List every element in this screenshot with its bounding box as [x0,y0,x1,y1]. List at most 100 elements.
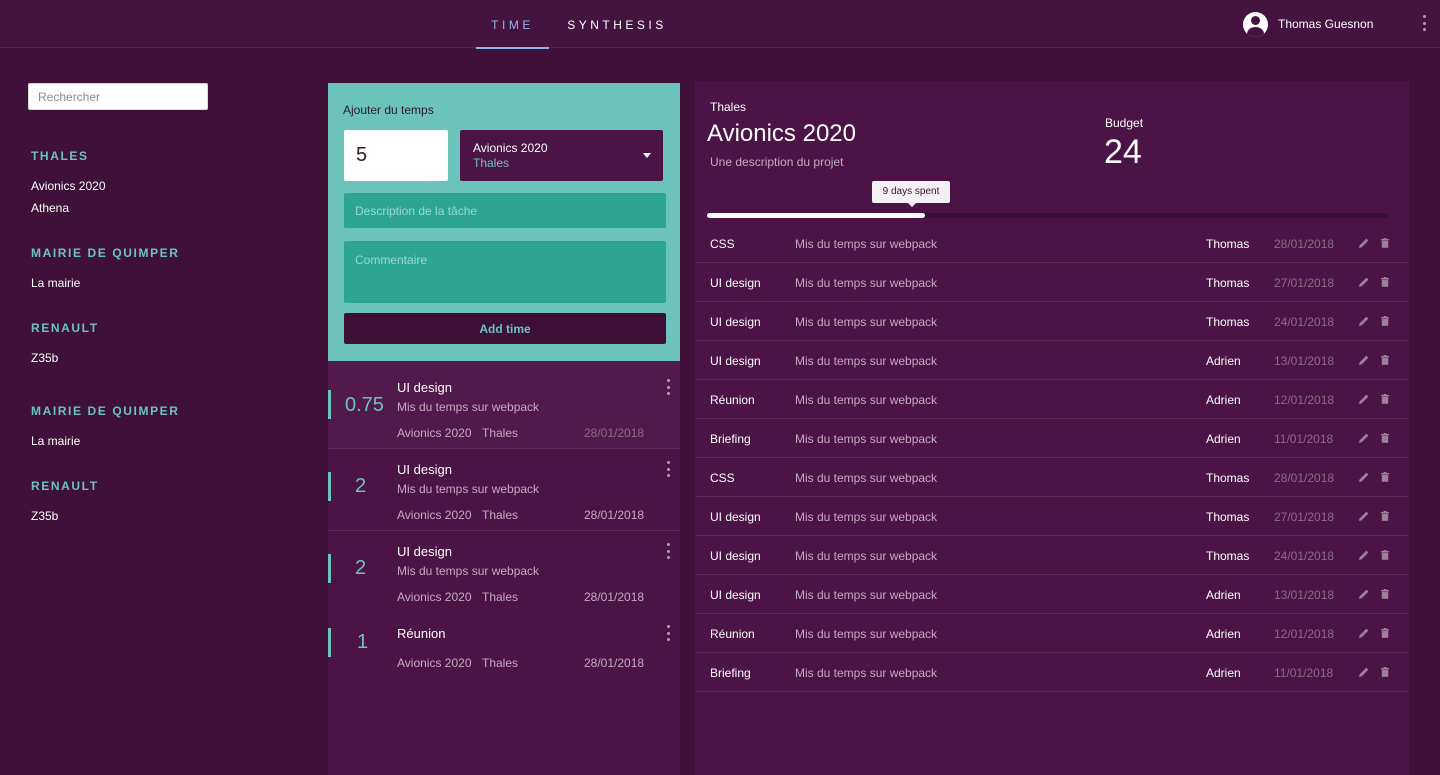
user-name: Thomas Guesnon [1278,17,1374,31]
pencil-icon[interactable] [1358,354,1370,366]
comment-input[interactable] [344,241,666,303]
trash-icon[interactable] [1379,588,1391,600]
entry-date: 28/01/2018 [584,656,645,670]
trash-icon[interactable] [1379,237,1391,249]
sidebar-item-la-mairie[interactable]: La mairie [31,434,80,448]
entry-menu-icon[interactable] [667,625,671,641]
more-vert-icon[interactable] [1423,15,1427,31]
task-description-input[interactable] [344,193,666,228]
pencil-icon[interactable] [1358,666,1370,678]
task-date: 11/01/2018 [1274,666,1334,680]
user-menu[interactable]: Thomas Guesnon [1243,11,1373,37]
task-row[interactable]: Réunion Mis du temps sur webpack Adrien 12/… [695,380,1409,419]
sidebar-item-la-mairie[interactable]: La mairie [31,276,80,290]
project-client: Thales [710,100,747,114]
time-entry[interactable]: 0.75 UI design Mis du temps sur webpack … [328,361,680,449]
entry-description: Mis du temps sur webpack [397,400,540,414]
task-name: UI design [710,276,761,290]
trash-icon[interactable] [1379,666,1391,678]
task-date: 12/01/2018 [1274,627,1335,641]
task-row[interactable]: UI design Mis du temps sur webpack Adrien 1… [695,575,1409,614]
add-time-panel: Ajouter du temps Avionics 2020 Thales Ad… [328,83,680,361]
pencil-icon[interactable] [1358,510,1370,522]
task-row[interactable]: UI design Mis du temps sur webpack Adrien 1… [695,341,1409,380]
task-row[interactable]: UI design Mis du temps sur webpack Thomas 2… [695,497,1409,536]
time-entry[interactable]: 2 UI design Mis du temps sur webpack Avi… [328,531,680,613]
entry-date: 28/01/2018 [584,508,645,522]
task-name: CSS [710,471,735,485]
task-row[interactable]: Briefing Mis du temps sur webpack Adrien 11… [695,419,1409,458]
trash-icon[interactable] [1379,549,1391,561]
task-description: Mis du temps sur webpack [795,315,938,329]
tab-time-label: TIME [491,18,534,32]
project-select[interactable]: Avionics 2020 Thales [460,130,663,181]
pencil-icon[interactable] [1358,432,1370,444]
trash-icon[interactable] [1379,471,1391,483]
entry-quantity: 2 [355,475,367,497]
entry-accent-bar [328,390,331,419]
task-description: Mis du temps sur webpack [795,393,938,407]
entry-client: Thales [482,508,519,522]
task-row[interactable]: Réunion Mis du temps sur webpack Adrien 12/… [695,614,1409,653]
task-row[interactable]: Briefing Mis du temps sur webpack Adrien 11… [695,653,1409,692]
sidebar-group-mairie-de-quimper: MAIRIE DE QUIMPER La mairie [31,246,180,290]
task-description: Mis du temps sur webpack [795,276,938,290]
tab-synthesis[interactable]: SYNTHESIS [565,0,669,48]
add-time-button[interactable]: Add time [344,313,666,344]
task-date: 24/01/2018 [1274,549,1335,563]
trash-icon[interactable] [1379,432,1391,444]
trash-icon[interactable] [1379,354,1391,366]
pencil-icon[interactable] [1358,549,1370,561]
budget-value: 24 [1104,133,1142,171]
task-row[interactable]: CSS Mis du temps sur webpack Thomas 28/01/2… [695,458,1409,497]
sidebar-item-z35b[interactable]: Z35b [31,351,58,365]
task-description: Mis du temps sur webpack [795,237,938,251]
entry-title: UI design [397,462,452,477]
entry-quantity: 1 [357,631,369,653]
task-description: Mis du temps sur webpack [795,549,938,563]
pencil-icon[interactable] [1358,237,1370,249]
time-entry[interactable]: 2 UI design Mis du temps sur webpack Avi… [328,449,680,531]
task-row[interactable]: UI design Mis du temps sur webpack Thomas 2… [695,263,1409,302]
project-select-client: Thales [473,156,510,170]
sidebar-group-title: MAIRIE DE QUIMPER [31,246,180,260]
trash-icon[interactable] [1379,393,1391,405]
pencil-icon[interactable] [1358,471,1370,483]
task-row[interactable]: UI design Mis du temps sur webpack Thomas 2… [695,302,1409,341]
task-user: Adrien [1206,432,1241,446]
sidebar-item-z35b[interactable]: Z35b [31,509,58,523]
sidebar-item-athena[interactable]: Athena [31,201,69,215]
trash-icon[interactable] [1379,510,1391,522]
task-date: 12/01/2018 [1274,393,1335,407]
task-user: Adrien [1206,393,1241,407]
task-name: UI design [710,588,761,602]
entry-menu-icon[interactable] [667,461,671,477]
tab-time[interactable]: TIME [476,0,549,49]
project-description: Une description du projet [710,155,844,169]
entry-project: Avionics 2020 [397,508,472,522]
entry-menu-icon[interactable] [667,379,671,395]
sidebar-item-avionics-2020[interactable]: Avionics 2020 [31,179,106,193]
pencil-icon[interactable] [1358,393,1370,405]
trash-icon[interactable] [1379,315,1391,327]
task-row[interactable]: UI design Mis du temps sur webpack Thomas 2… [695,536,1409,575]
entry-quantity: 2 [355,557,367,579]
entry-title: UI design [397,544,452,559]
pencil-icon[interactable] [1358,276,1370,288]
pencil-icon[interactable] [1358,627,1370,639]
pencil-icon[interactable] [1358,315,1370,327]
project-select-value: Avionics 2020 [473,141,548,155]
pencil-icon[interactable] [1358,588,1370,600]
trash-icon[interactable] [1379,627,1391,639]
task-name: CSS [710,237,735,251]
search-input[interactable] [28,83,208,110]
sidebar-group-title: RENAULT [31,479,99,493]
time-entry[interactable]: 1 Réunion Avionics 2020 Thales 28/01/201… [328,613,680,683]
entry-menu-icon[interactable] [667,543,671,559]
trash-icon[interactable] [1379,276,1391,288]
quantity-input[interactable] [344,130,448,181]
task-row[interactable]: CSS Mis du temps sur webpack Thomas 28/01/2… [695,224,1409,263]
task-user: Adrien [1206,354,1241,368]
sidebar-group-title: THALES [31,149,89,163]
task-user: Thomas [1206,549,1250,563]
